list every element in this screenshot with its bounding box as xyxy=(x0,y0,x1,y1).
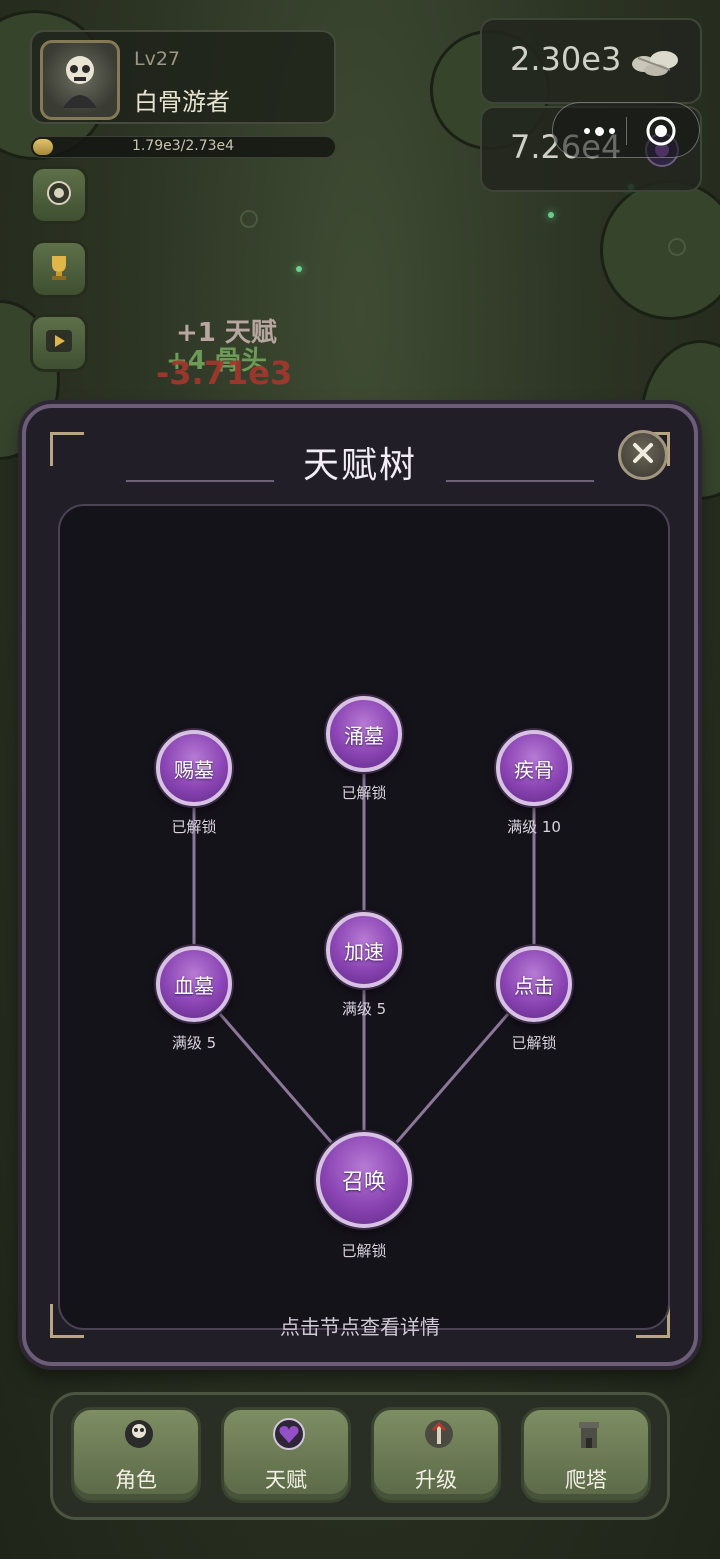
nav-tower-button[interactable]: 爬塔 xyxy=(521,1407,651,1503)
skeleton-avatar-icon xyxy=(40,40,120,120)
capsule-divider xyxy=(626,117,627,145)
dialog-hint: 点击节点查看详情 xyxy=(280,1315,440,1339)
nav-label: 天赋 xyxy=(265,1468,307,1492)
talent-node-dianji[interactable]: 点击 xyxy=(496,946,572,1022)
player-panel[interactable]: Lv27 白骨游者 xyxy=(30,30,336,124)
talent-tree-dialog: 天赋树 赐墓 已解锁 涌墓 已解锁 疾骨 满级 10 血墓 满级 5 加速 满级… xyxy=(22,404,698,1366)
camera-button[interactable] xyxy=(30,166,88,224)
miniprogram-capsule xyxy=(552,102,700,158)
talent-status: 已解锁 xyxy=(171,818,217,836)
nav-character-button[interactable]: 角色 xyxy=(71,1407,201,1503)
talent-node-label: 点击 xyxy=(514,973,554,998)
damage-text: -3.71e3 xyxy=(156,354,293,392)
close-icon xyxy=(631,441,655,469)
talent-node-label: 召唤 xyxy=(341,1170,386,1195)
player-name: 白骨游者 xyxy=(134,88,230,116)
more-menu-icon[interactable] xyxy=(571,111,627,151)
video-button[interactable] xyxy=(30,314,88,372)
talent-node-xuemu[interactable]: 血墓 xyxy=(156,946,232,1022)
talent-gain-text: +1 天赋 xyxy=(176,318,277,348)
nav-upgrade-button[interactable]: 升级 xyxy=(371,1407,501,1503)
tower-icon xyxy=(573,1418,605,1450)
talent-status: 满级 10 xyxy=(507,818,561,836)
talent-status: 已解锁 xyxy=(341,784,387,802)
talent-node-label: 血墓 xyxy=(174,973,214,998)
close-button[interactable] xyxy=(618,430,668,480)
talent-node-cimu[interactable]: 赐墓 xyxy=(156,730,232,806)
xp-bar: 1.79e3/2.73e4 xyxy=(30,136,336,158)
talent-node-zhaohuan[interactable]: 召唤 xyxy=(316,1132,412,1228)
talent-node-label: 赐墓 xyxy=(174,757,214,782)
bones-counter: 2.30e3 xyxy=(480,18,702,104)
bone-pile-icon xyxy=(630,44,680,82)
talent-tree-area: 赐墓 已解锁 涌墓 已解锁 疾骨 满级 10 血墓 满级 5 加速 满级 5 点… xyxy=(58,504,670,1330)
camera-icon xyxy=(45,179,73,211)
trophy-icon xyxy=(44,252,74,286)
trophy-button[interactable] xyxy=(30,240,88,298)
upgrade-shield-icon xyxy=(423,1418,455,1450)
nav-talent-button[interactable]: 天赋 xyxy=(221,1407,351,1503)
bottom-navigation: 角色 天赋 升级 爬塔 xyxy=(50,1392,670,1520)
talent-node-jigu[interactable]: 疾骨 xyxy=(496,730,572,806)
bones-value: 2.30e3 xyxy=(510,40,622,78)
nav-label: 升级 xyxy=(415,1468,457,1492)
title-divider xyxy=(446,480,594,482)
character-icon xyxy=(123,1418,155,1450)
bone-gain-text: +4 骨头 xyxy=(166,346,267,376)
talent-node-jiasu[interactable]: 加速 xyxy=(326,912,402,988)
talent-status: 已解锁 xyxy=(511,1034,557,1052)
talent-node-label: 加速 xyxy=(344,939,384,964)
nav-label: 爬塔 xyxy=(565,1468,607,1492)
player-level: Lv27 xyxy=(134,48,181,70)
nav-label: 角色 xyxy=(115,1468,157,1492)
close-miniprogram-icon[interactable] xyxy=(643,113,679,149)
title-divider xyxy=(126,480,274,482)
talent-node-yongmu[interactable]: 涌墓 xyxy=(326,696,402,772)
talent-status: 满级 5 xyxy=(341,1000,387,1018)
talent-heart-icon xyxy=(273,1418,305,1450)
video-icon xyxy=(44,326,74,360)
talent-status: 满级 5 xyxy=(171,1034,217,1052)
talent-node-label: 疾骨 xyxy=(514,757,554,782)
xp-text: 1.79e3/2.73e4 xyxy=(131,138,235,154)
talent-node-label: 涌墓 xyxy=(344,723,384,748)
talent-status: 已解锁 xyxy=(341,1242,387,1260)
